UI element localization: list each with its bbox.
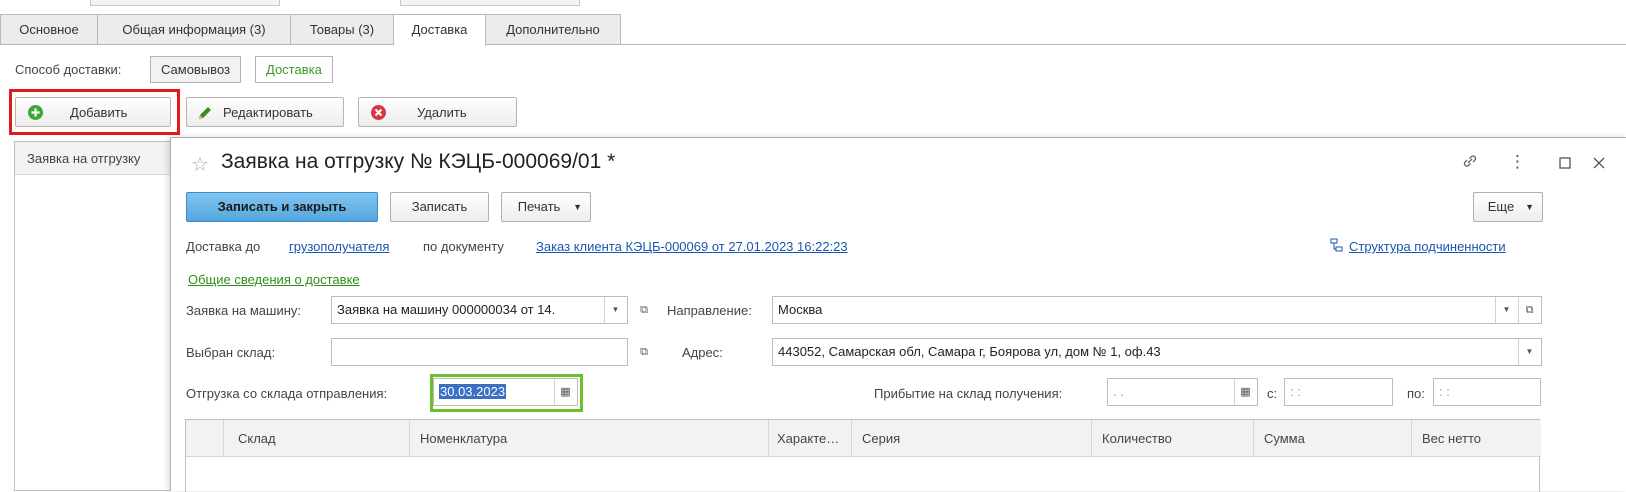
to-time-field[interactable]: : :: [1433, 378, 1541, 406]
close-icon[interactable]: [1593, 154, 1605, 174]
column-quantity[interactable]: Количество: [1092, 420, 1254, 457]
address-value: 443052, Самарская обл, Самара г, Боярова…: [778, 344, 1161, 359]
calendar-icon[interactable]: ▦: [554, 379, 576, 405]
more-vertical-icon[interactable]: ⋮: [1509, 152, 1526, 172]
delivery-option-delivery[interactable]: Доставка: [255, 56, 333, 83]
chevron-down-icon: ▼: [573, 202, 582, 212]
favorite-star-icon[interactable]: ☆: [191, 152, 209, 177]
delete-button-label: Удалить: [417, 105, 467, 120]
from-time-field[interactable]: : :: [1284, 378, 1393, 406]
print-button[interactable]: Печать ▼: [501, 192, 591, 222]
delivery-method-label: Способ доставки:: [15, 62, 122, 77]
pencil-icon: [197, 105, 213, 124]
column-series[interactable]: Серия: [852, 420, 1092, 457]
top-partial-control-1: [90, 0, 280, 6]
top-partial-control-2: [400, 0, 580, 6]
vehicle-request-label: Заявка на машину:: [186, 303, 302, 318]
to-label: по:: [1407, 386, 1425, 401]
save-button[interactable]: Записать: [390, 192, 489, 222]
tab-bar: Основное Общая информация (3) Товары (3)…: [0, 14, 1626, 46]
recipient-link[interactable]: грузополучателя: [289, 239, 389, 254]
tab-main[interactable]: Основное: [0, 14, 98, 45]
window-title: Заявка на отгрузку № КЭЦБ-000069/01 *: [221, 150, 616, 173]
maximize-icon[interactable]: [1559, 154, 1571, 174]
dropdown-icon[interactable]: ▼: [1518, 339, 1540, 365]
plus-circle-icon: [28, 105, 43, 120]
tab-delivery[interactable]: Доставка: [393, 14, 486, 46]
list-column-header[interactable]: Заявка на отгрузку: [15, 142, 175, 175]
delivery-option-pickup[interactable]: Самовывоз: [150, 56, 241, 83]
by-document-label: по документу: [423, 239, 504, 254]
vehicle-request-value: Заявка на машину 000000034 от 14.: [337, 302, 556, 317]
column-net-weight[interactable]: Вес нетто: [1412, 420, 1541, 457]
shipment-label: Отгрузка со склада отправления:: [186, 386, 388, 401]
dropdown-icon[interactable]: ▼: [604, 297, 626, 323]
structure-link[interactable]: Структура подчиненности: [1349, 239, 1506, 254]
open-icon[interactable]: ⧉: [633, 339, 655, 365]
goods-table[interactable]: Склад Номенклатура Характе… Серия Количе…: [185, 419, 1541, 492]
shipment-request-window: ☆ Заявка на отгрузку № КЭЦБ-000069/01 * …: [170, 137, 1626, 492]
delete-circle-icon: [371, 105, 386, 120]
open-icon[interactable]: ⧉: [633, 297, 655, 323]
column-warehouse[interactable]: Склад: [224, 420, 410, 457]
direction-label: Направление:: [667, 303, 752, 318]
arrival-date-value: . .: [1113, 384, 1124, 399]
table-header-row-marker: [186, 420, 224, 457]
column-characteristic[interactable]: Характе…: [769, 420, 852, 457]
vehicle-request-field[interactable]: Заявка на машину 000000034 от 14. ▼: [331, 296, 628, 324]
warehouse-label: Выбран склад:: [186, 345, 276, 360]
save-and-close-button[interactable]: Записать и закрыть: [186, 192, 378, 222]
tab-goods[interactable]: Товары (3): [290, 14, 394, 45]
tab-general-info[interactable]: Общая информация (3): [97, 14, 291, 45]
delete-button[interactable]: Удалить: [358, 97, 517, 127]
tab-additional[interactable]: Дополнительно: [485, 14, 621, 45]
column-sum[interactable]: Сумма: [1254, 420, 1412, 457]
arrival-label: Прибытие на склад получения:: [874, 386, 1063, 401]
shipment-date-field[interactable]: 30.03.2023 ▦: [433, 378, 578, 406]
more-button[interactable]: Еще ▼: [1473, 192, 1543, 222]
shipment-date-value: 30.03.2023: [439, 384, 507, 399]
shipment-request-list[interactable]: Заявка на отгрузку: [14, 141, 175, 491]
hierarchy-icon: [1330, 238, 1344, 256]
address-label: Адрес:: [682, 345, 723, 360]
delivery-to-label: Доставка до: [186, 239, 261, 254]
add-button[interactable]: Добавить: [15, 97, 171, 127]
edit-button[interactable]: Редактировать: [186, 97, 344, 127]
open-icon[interactable]: ⧉: [1518, 297, 1540, 323]
customer-order-link[interactable]: Заказ клиента КЭЦБ-000069 от 27.01.2023 …: [536, 239, 848, 254]
address-field[interactable]: 443052, Самарская обл, Самара г, Боярова…: [772, 338, 1542, 366]
dropdown-icon[interactable]: ▼: [1495, 297, 1517, 323]
column-nomenclature[interactable]: Номенклатура: [410, 420, 769, 457]
warehouse-field[interactable]: [331, 338, 628, 366]
add-button-label: Добавить: [70, 105, 128, 120]
link-icon[interactable]: [1461, 152, 1479, 175]
general-delivery-info-link[interactable]: Общие сведения о доставке: [188, 272, 360, 287]
edit-button-label: Редактировать: [223, 105, 313, 120]
arrival-date-field[interactable]: . . ▦: [1107, 378, 1258, 406]
more-button-label: Еще: [1487, 199, 1515, 214]
chevron-down-icon: ▼: [1525, 202, 1534, 212]
from-label: с:: [1267, 386, 1278, 401]
direction-field[interactable]: Москва ▼ ⧉: [772, 296, 1542, 324]
print-button-label: Печать: [517, 199, 561, 214]
direction-value: Москва: [778, 302, 823, 317]
calendar-icon[interactable]: ▦: [1234, 379, 1256, 405]
